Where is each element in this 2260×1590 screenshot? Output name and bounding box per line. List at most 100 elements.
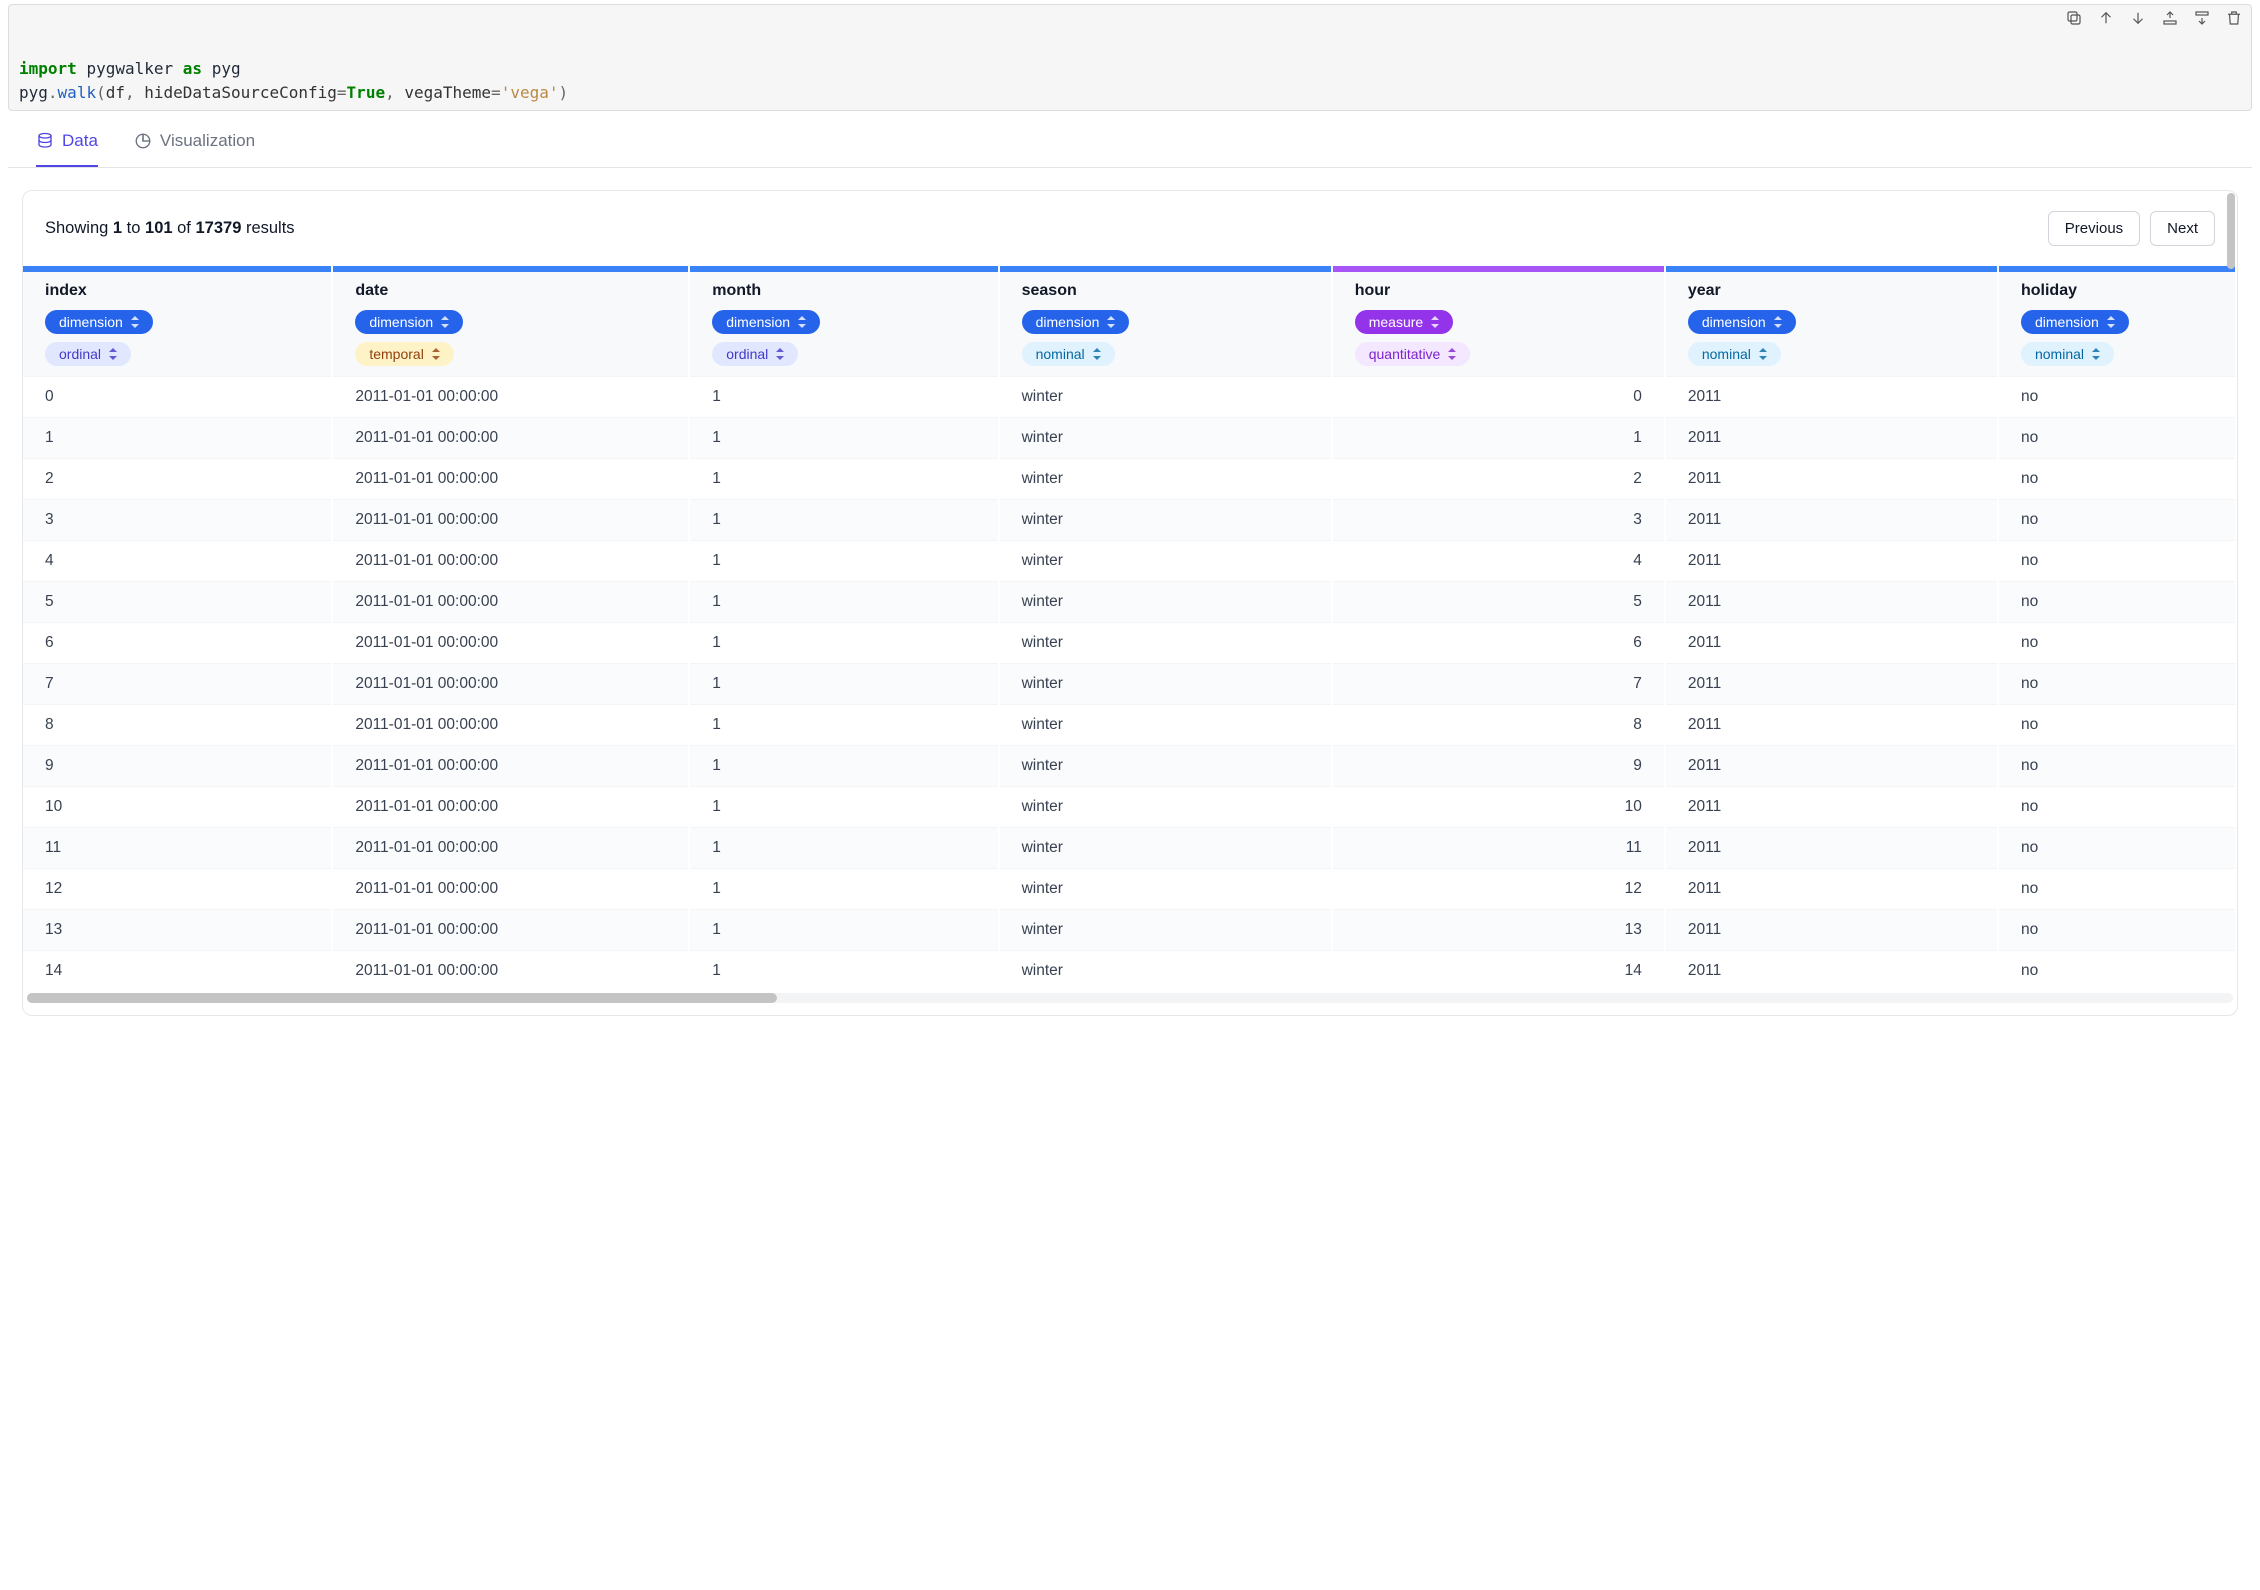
col-name: date	[355, 282, 674, 300]
move-down-icon[interactable]	[2127, 7, 2149, 29]
col-header-date: date dimension temporal	[332, 266, 689, 377]
role-pill[interactable]: dimension	[712, 310, 820, 334]
cell-date: 2011-01-01 00:00:00	[332, 622, 689, 663]
results-summary: Showing 1 to 101 of 17379 results	[45, 219, 295, 238]
cell-holiday: no	[1998, 786, 2236, 827]
col-name: month	[712, 282, 983, 300]
cell-year: 2011	[1665, 499, 1998, 540]
next-button[interactable]: Next	[2150, 211, 2215, 246]
scroll-thumb[interactable]	[2227, 193, 2235, 269]
insert-below-icon[interactable]	[2191, 7, 2213, 29]
table-row: 02011-01-01 00:00:001winter02011no	[23, 376, 2236, 417]
cell-date: 2011-01-01 00:00:00	[332, 663, 689, 704]
sort-icon	[441, 316, 451, 328]
cell-month: 1	[689, 827, 998, 868]
move-up-icon[interactable]	[2095, 7, 2117, 29]
dtype-pill[interactable]: ordinal	[712, 342, 798, 366]
cell-holiday: no	[1998, 909, 2236, 950]
cell-season: winter	[999, 704, 1332, 745]
table-row: 102011-01-01 00:00:001winter102011no	[23, 786, 2236, 827]
cell-month: 1	[689, 499, 998, 540]
cell-year: 2011	[1665, 622, 1998, 663]
cell-month: 1	[689, 581, 998, 622]
role-pill[interactable]: dimension	[1688, 310, 1796, 334]
cell-holiday: no	[1998, 868, 2236, 909]
dtype-pill[interactable]: nominal	[2021, 342, 2114, 366]
cell-index: 2	[23, 458, 332, 499]
cell-date: 2011-01-01 00:00:00	[332, 458, 689, 499]
delete-icon[interactable]	[2223, 7, 2245, 29]
sort-icon	[1107, 316, 1117, 328]
role-pill[interactable]: dimension	[1022, 310, 1130, 334]
dtype-pill[interactable]: nominal	[1022, 342, 1115, 366]
cell-year: 2011	[1665, 909, 1998, 950]
cell-date: 2011-01-01 00:00:00	[332, 540, 689, 581]
data-table: indexdimensionordinaldatedimensiontempor…	[23, 266, 2237, 991]
cell-hour: 4	[1332, 540, 1665, 581]
cell-year: 2011	[1665, 376, 1998, 417]
table-row: 52011-01-01 00:00:001winter52011no	[23, 581, 2236, 622]
cell-month: 1	[689, 950, 998, 991]
cell-month: 1	[689, 540, 998, 581]
sort-icon	[131, 316, 141, 328]
pager: Previous Next	[2048, 211, 2215, 246]
cell-year: 2011	[1665, 827, 1998, 868]
sort-icon	[1448, 348, 1458, 360]
sort-icon	[1759, 348, 1769, 360]
table-row: 92011-01-01 00:00:001winter92011no	[23, 745, 2236, 786]
tab-visualization[interactable]: Visualization	[134, 131, 255, 167]
role-pill[interactable]: dimension	[355, 310, 463, 334]
role-pill[interactable]: measure	[1355, 310, 1453, 334]
cell-hour: 14	[1332, 950, 1665, 991]
code-cell[interactable]: import pygwalker as pyg pyg.walk(df, hid…	[8, 4, 2252, 111]
cell-year: 2011	[1665, 950, 1998, 991]
cell-index: 8	[23, 704, 332, 745]
dtype-pill[interactable]: ordinal	[45, 342, 131, 366]
cell-holiday: no	[1998, 622, 2236, 663]
cell-index: 3	[23, 499, 332, 540]
cell-month: 1	[689, 458, 998, 499]
table-body: 02011-01-01 00:00:001winter02011no12011-…	[23, 376, 2236, 991]
dtype-pill[interactable]: quantitative	[1355, 342, 1471, 366]
cell-season: winter	[999, 663, 1332, 704]
cell-holiday: no	[1998, 950, 2236, 991]
table-row: 22011-01-01 00:00:001winter22011no	[23, 458, 2236, 499]
tabs: Data Visualization	[8, 117, 2252, 168]
cell-index: 12	[23, 868, 332, 909]
hscroll-thumb[interactable]	[27, 993, 777, 1003]
panel-header: Showing 1 to 101 of 17379 results Previo…	[23, 191, 2237, 266]
cell-season: winter	[999, 499, 1332, 540]
data-panel: Showing 1 to 101 of 17379 results Previo…	[22, 190, 2238, 1016]
cell-hour: 9	[1332, 745, 1665, 786]
tab-data[interactable]: Data	[36, 131, 98, 167]
dtype-pill[interactable]: temporal	[355, 342, 453, 366]
cell-date: 2011-01-01 00:00:00	[332, 417, 689, 458]
col-header-hour: hourmeasurequantitative	[1332, 266, 1665, 377]
col-name: holiday	[2021, 282, 2221, 300]
sort-icon	[109, 348, 119, 360]
insert-above-icon[interactable]	[2159, 7, 2181, 29]
table-row: 142011-01-01 00:00:001winter142011no	[23, 950, 2236, 991]
vertical-scrollbar[interactable]	[2227, 193, 2235, 993]
cell-index: 0	[23, 376, 332, 417]
table-row: 32011-01-01 00:00:001winter32011no	[23, 499, 2236, 540]
cell-date: 2011-01-01 00:00:00	[332, 786, 689, 827]
cell-holiday: no	[1998, 704, 2236, 745]
cell-index: 10	[23, 786, 332, 827]
previous-button[interactable]: Previous	[2048, 211, 2140, 246]
horizontal-scrollbar[interactable]	[27, 993, 2233, 1003]
table-row: 72011-01-01 00:00:001winter72011no	[23, 663, 2236, 704]
sort-icon	[1431, 316, 1441, 328]
cell-season: winter	[999, 417, 1332, 458]
role-pill[interactable]: dimension	[2021, 310, 2129, 334]
cell-year: 2011	[1665, 540, 1998, 581]
cell-month: 1	[689, 909, 998, 950]
duplicate-icon[interactable]	[2063, 7, 2085, 29]
cell-month: 1	[689, 786, 998, 827]
role-pill[interactable]: dimension	[45, 310, 153, 334]
cell-hour: 8	[1332, 704, 1665, 745]
cell-hour: 13	[1332, 909, 1665, 950]
dtype-pill[interactable]: nominal	[1688, 342, 1781, 366]
cell-index: 11	[23, 827, 332, 868]
sort-icon	[2107, 316, 2117, 328]
